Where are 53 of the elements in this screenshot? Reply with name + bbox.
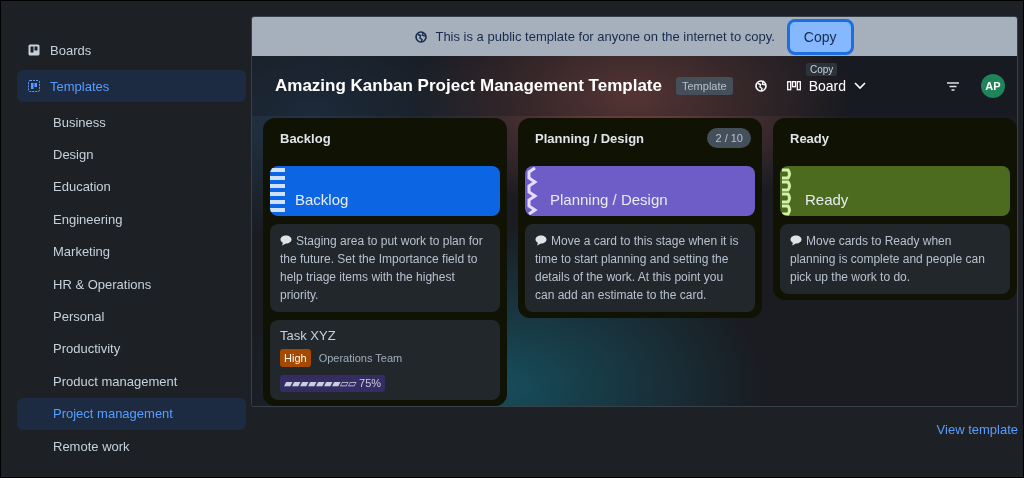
card-count: 2 / 10	[707, 128, 751, 148]
column-title: Planning / Design	[535, 130, 645, 146]
sidebar-subitem[interactable]: Project management	[17, 397, 246, 430]
view-template-link[interactable]: View template	[936, 422, 1018, 437]
sidebar-subitem[interactable]: Product management	[17, 365, 246, 398]
card-text: Staging area to put work to plan for the future. Set the Importance field to help triage items with the highest priority.	[280, 233, 484, 304]
speech-bubble-icon	[280, 235, 292, 246]
sidebar-subitem[interactable]: Marketing	[17, 235, 246, 268]
sidebar-subitem[interactable]: Business	[17, 106, 246, 139]
user-avatar[interactable]: AP	[981, 74, 1005, 98]
note-card[interactable]: Move cards to Ready when planning is complete and people can pick up the work to do.	[780, 224, 1010, 294]
cover-card[interactable]: Planning / Design	[525, 166, 755, 216]
note-card[interactable]: Move a card to this stage when it is time to start planning and setting the details of the work. At this point you can add an estimate to the card.	[525, 224, 755, 312]
tooltip: Copy	[806, 63, 838, 76]
cover-title: Ready	[805, 191, 849, 210]
cover-card[interactable]: Ready	[780, 166, 1010, 216]
board-title: Amazing Kanban Project Management Template	[275, 76, 662, 96]
board-icon	[28, 44, 40, 56]
sidebar-subitem[interactable]: Education	[17, 170, 246, 204]
cover-title: Planning / Design	[550, 191, 668, 210]
cover-card[interactable]: Backlog	[270, 166, 500, 216]
sidebar-item[interactable]: Boards	[17, 34, 246, 66]
sidebar-subitem[interactable]: Design	[17, 138, 246, 171]
sidebar-item[interactable]: Templates	[17, 70, 246, 102]
filter-icon[interactable]	[947, 81, 959, 91]
board-view-icon	[786, 81, 801, 91]
card-text: Move cards to Ready when planning is complete and people can pick up the work to do.	[790, 233, 986, 286]
banner-text: This is a public template for anyone on the internet to copy.	[435, 29, 775, 44]
card-text: Move a card to this stage when it is time to start planning and setting the details of the work. At this point you can add an estimate to the card.	[535, 233, 740, 304]
sidebar-subitem[interactable]: Personal	[17, 300, 246, 333]
note-card[interactable]: Staging area to put work to plan for the future. Set the Importance field to help triage items with the highest priority.	[270, 224, 500, 312]
column-title: Backlog	[280, 130, 331, 146]
sidebar-subitem[interactable]: Remote work	[17, 429, 246, 463]
progress-label: ▰▰▰▰▰▰▰▱▱ 75%	[280, 375, 386, 392]
template-icon	[28, 80, 40, 92]
task-card[interactable]: Task XYZ High Operations Team ▰▰▰▰▰▰▰▱▱ 75%	[270, 320, 500, 400]
sidebar-subitem[interactable]: Engineering	[17, 203, 246, 236]
sidebar-subitem[interactable]: HR & Operations	[17, 267, 246, 301]
column-title: Ready	[790, 130, 830, 146]
chevron-down-icon	[854, 82, 866, 90]
globe-icon	[754, 80, 767, 92]
cover-title: Backlog	[295, 191, 349, 210]
team-text: Operations Team	[318, 352, 403, 364]
template-badge: Template	[676, 77, 733, 95]
sidebar-subitem[interactable]: Productivity	[17, 332, 246, 366]
card-title: Task XYZ	[280, 328, 337, 343]
view-switcher[interactable]: Board	[786, 78, 866, 94]
globe-icon	[415, 30, 428, 43]
copy-button[interactable]: Copy	[786, 18, 854, 55]
speech-bubble-icon	[790, 235, 802, 246]
priority-label: High	[280, 349, 311, 367]
zigzag-pattern-icon	[525, 166, 540, 216]
speech-bubble-icon	[535, 235, 547, 246]
